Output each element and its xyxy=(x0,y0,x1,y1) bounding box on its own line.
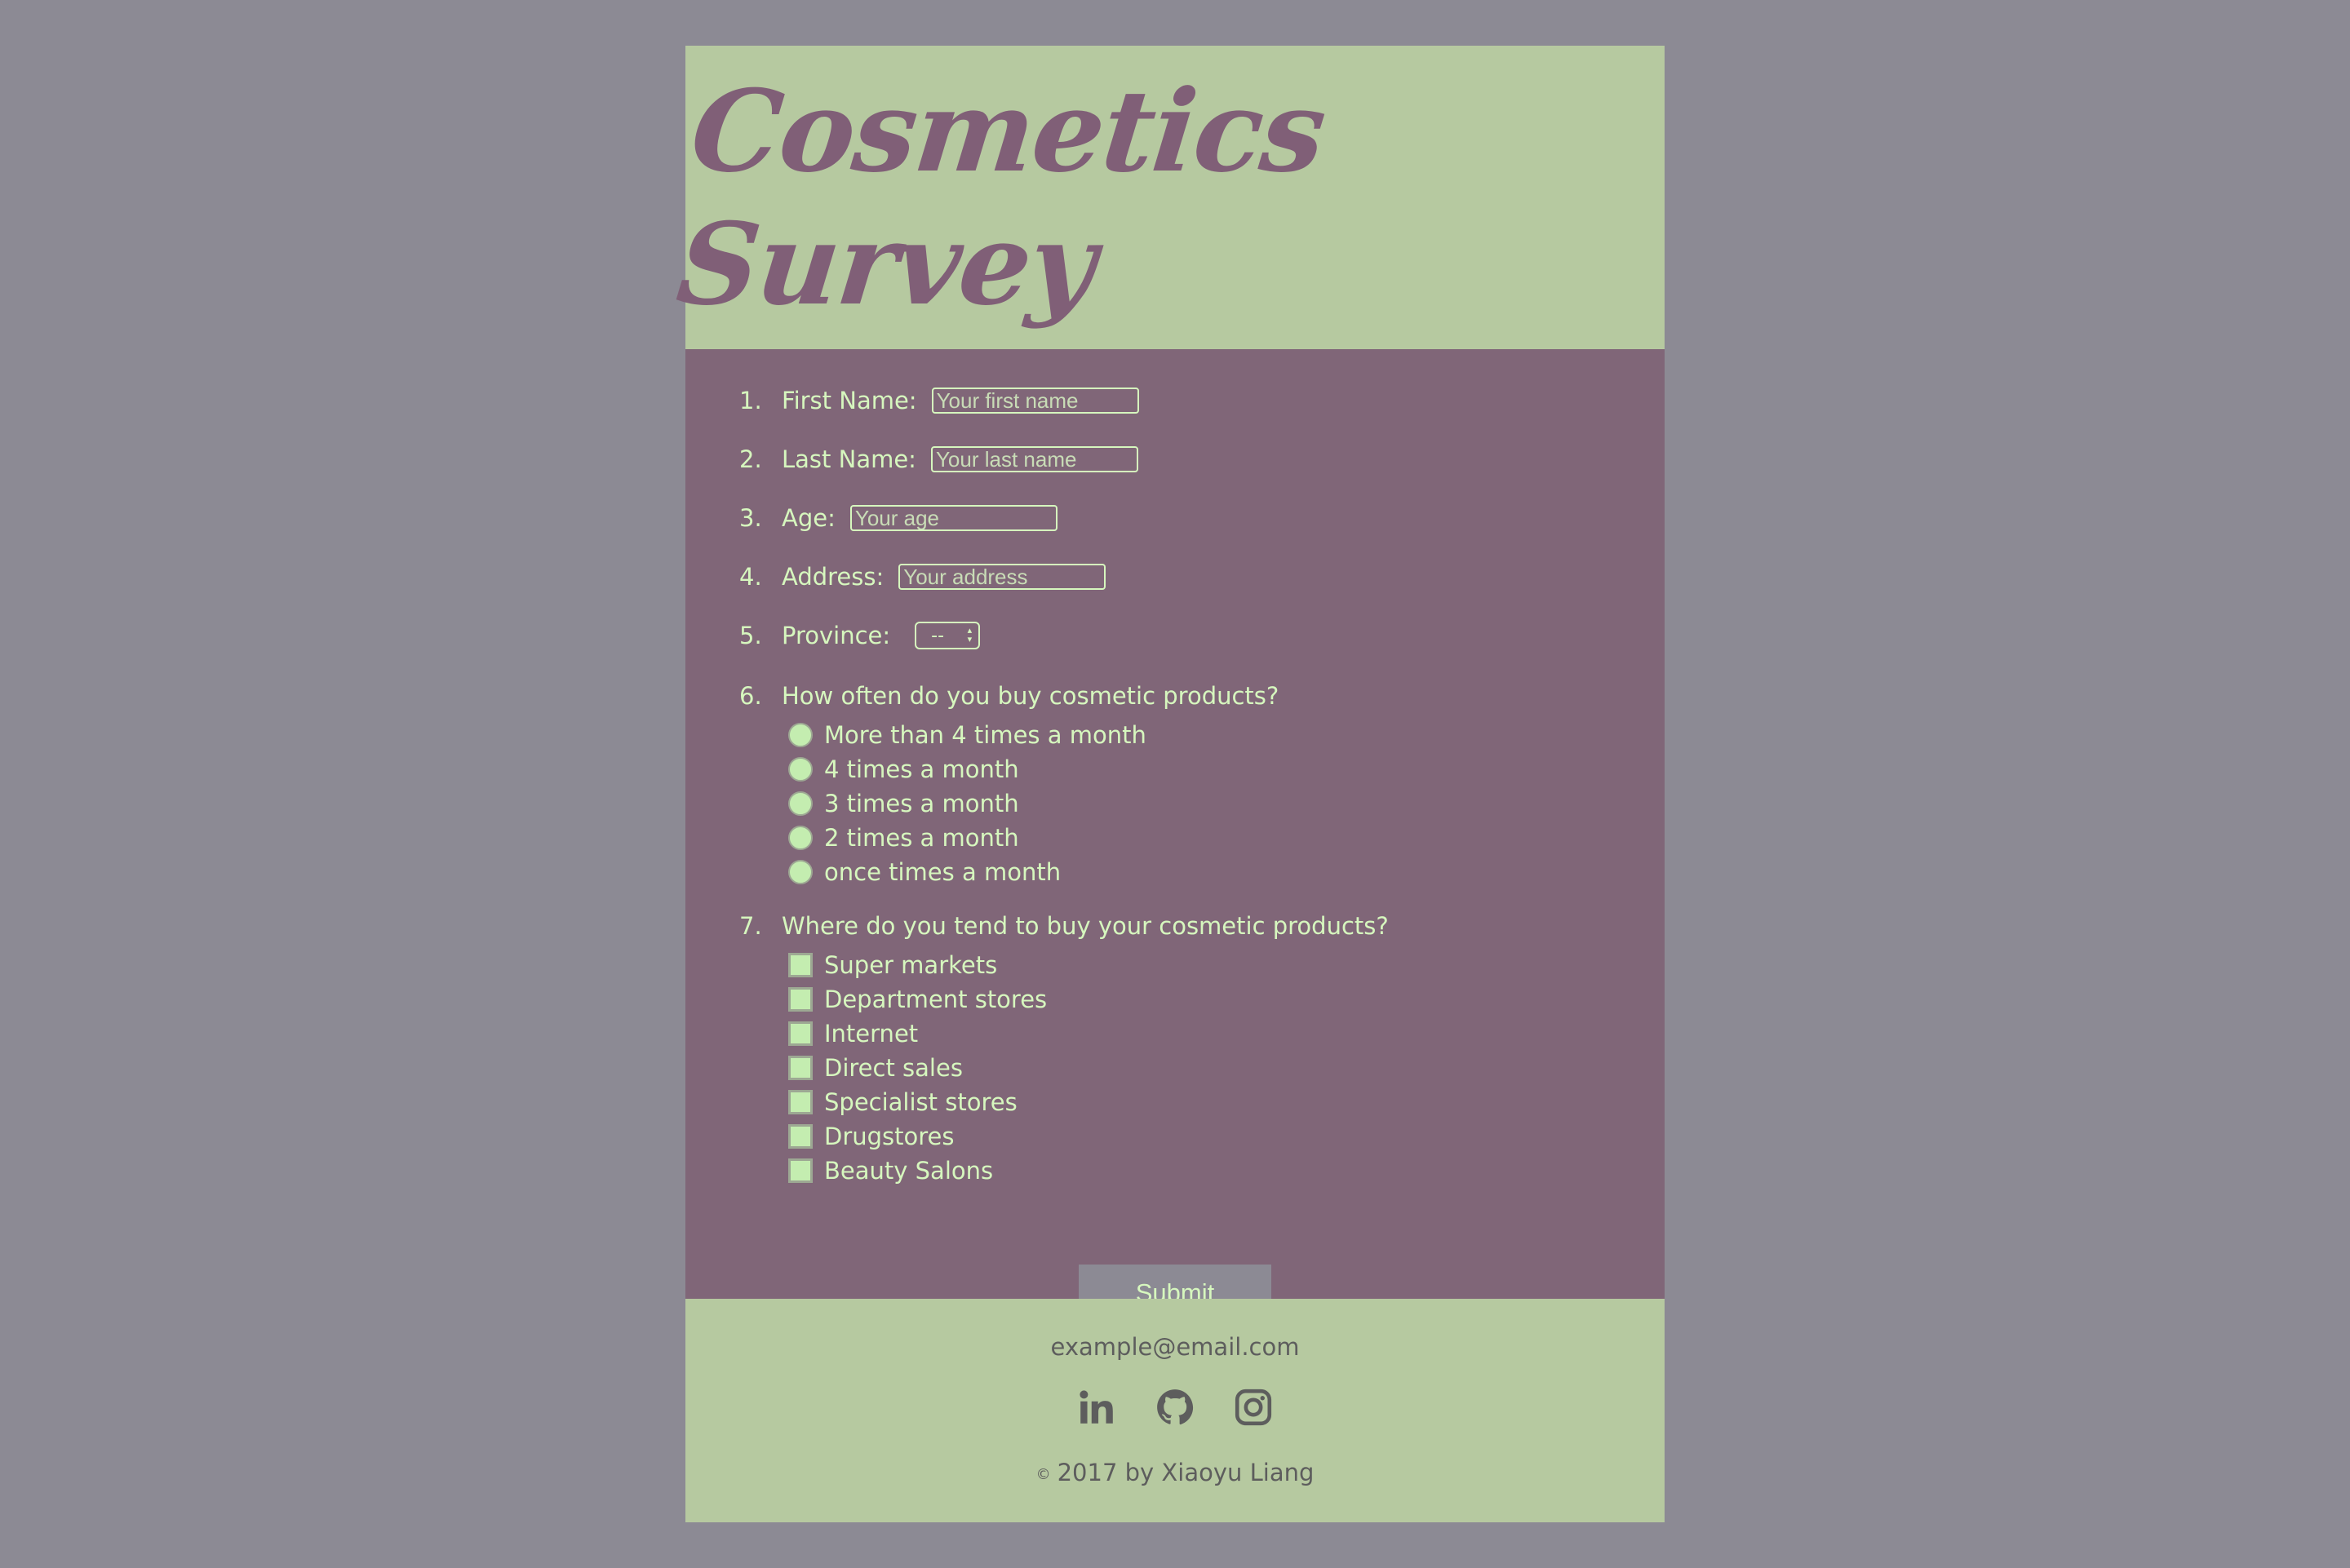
first-name-label: First Name: xyxy=(782,387,917,414)
place-option[interactable]: Department stores xyxy=(788,986,1047,1013)
header: Cosmetics Survey xyxy=(672,46,1665,349)
place-option-label: Drugstores xyxy=(824,1123,955,1150)
radio-button[interactable] xyxy=(788,757,813,782)
age-input[interactable] xyxy=(849,505,1058,531)
question-province: 5. Province: -- ▴ ▾ xyxy=(739,622,981,649)
instagram-icon[interactable] xyxy=(1233,1387,1274,1428)
frequency-option[interactable]: 2 times a month xyxy=(788,824,1019,852)
place-option-label: Department stores xyxy=(824,986,1048,1013)
footer: example@email.com © 2017 by Xiaoyu Liang xyxy=(685,1299,1665,1522)
age-label: Age: xyxy=(782,504,836,532)
checkbox[interactable] xyxy=(788,1056,813,1080)
frequency-option-label: More than 4 times a month xyxy=(824,721,1146,749)
question-number: 5. xyxy=(739,622,762,649)
copyright: © 2017 by Xiaoyu Liang xyxy=(685,1459,1665,1486)
purchase-place-label: Where do you tend to buy your cosmetic p… xyxy=(782,912,1389,940)
frequency-option[interactable]: 3 times a month xyxy=(788,790,1019,817)
question-number: 3. xyxy=(739,504,762,532)
frequency-option-label: once times a month xyxy=(824,858,1062,886)
place-option-label: Beauty Salons xyxy=(824,1157,994,1185)
province-select[interactable]: -- ▴ ▾ xyxy=(915,622,981,649)
question-last-name: 2. Last Name: xyxy=(739,445,1138,473)
checkbox[interactable] xyxy=(788,1021,813,1046)
radio-button[interactable] xyxy=(788,860,813,884)
copyright-text: 2017 by Xiaoyu Liang xyxy=(1057,1459,1315,1486)
question-frequency: 6. How often do you buy cosmetic product… xyxy=(739,682,1293,710)
checkbox[interactable] xyxy=(788,987,813,1012)
place-option[interactable]: Drugstores xyxy=(788,1123,955,1150)
frequency-label: How often do you buy cosmetic products? xyxy=(782,682,1279,710)
question-number: 4. xyxy=(739,563,762,591)
address-label: Address: xyxy=(782,563,885,591)
linkedin-icon[interactable] xyxy=(1076,1387,1117,1428)
frequency-option-label: 2 times a month xyxy=(824,824,1019,852)
place-option[interactable]: Specialist stores xyxy=(788,1088,1018,1116)
social-links xyxy=(685,1387,1665,1428)
frequency-option-label: 3 times a month xyxy=(824,790,1019,817)
place-option[interactable]: Internet xyxy=(788,1020,918,1048)
place-option[interactable]: Direct sales xyxy=(788,1054,963,1082)
province-label: Province: xyxy=(782,622,891,649)
checkbox[interactable] xyxy=(788,1158,813,1183)
radio-button[interactable] xyxy=(788,723,813,747)
place-option-label: Direct sales xyxy=(824,1054,963,1082)
question-number: 7. xyxy=(739,912,762,940)
place-option-label: Internet xyxy=(824,1020,919,1048)
province-selected-value: -- xyxy=(931,625,945,646)
copyright-symbol: © xyxy=(1035,1465,1051,1483)
select-arrows-icon: ▴ ▾ xyxy=(967,625,973,644)
place-option[interactable]: Super markets xyxy=(788,951,997,979)
checkbox[interactable] xyxy=(788,1124,813,1149)
question-first-name: 1. First Name: xyxy=(739,387,1139,414)
frequency-option[interactable]: More than 4 times a month xyxy=(788,721,1146,749)
question-purchase-place: 7. Where do you tend to buy your cosmeti… xyxy=(739,912,1403,940)
frequency-option[interactable]: once times a month xyxy=(788,858,1061,886)
place-option-label: Super markets xyxy=(824,951,998,979)
page-title: Cosmetics Survey xyxy=(671,64,1331,330)
frequency-option-label: 4 times a month xyxy=(824,755,1019,783)
last-name-input[interactable] xyxy=(930,446,1138,472)
question-address: 4. Address: xyxy=(739,563,1106,591)
question-number: 1. xyxy=(739,387,762,414)
question-number: 2. xyxy=(739,445,762,473)
checkbox[interactable] xyxy=(788,953,813,977)
last-name-label: Last Name: xyxy=(782,445,916,473)
question-number: 6. xyxy=(739,682,762,710)
radio-button[interactable] xyxy=(788,826,813,850)
checkbox[interactable] xyxy=(788,1090,813,1114)
place-option-label: Specialist stores xyxy=(824,1088,1018,1116)
place-option[interactable]: Beauty Salons xyxy=(788,1157,993,1185)
frequency-option[interactable]: 4 times a month xyxy=(788,755,1019,783)
survey-form: 1. First Name: 2. Last Name: 3. Age: 4. … xyxy=(685,349,1665,1322)
question-age: 3. Age: xyxy=(739,504,1058,532)
radio-button[interactable] xyxy=(788,791,813,816)
address-input[interactable] xyxy=(898,564,1106,590)
contact-email[interactable]: example@email.com xyxy=(685,1333,1665,1361)
github-icon[interactable] xyxy=(1155,1387,1195,1428)
survey-card: Cosmetics Survey 1. First Name: 2. Last … xyxy=(672,46,1665,1522)
first-name-input[interactable] xyxy=(931,388,1139,414)
